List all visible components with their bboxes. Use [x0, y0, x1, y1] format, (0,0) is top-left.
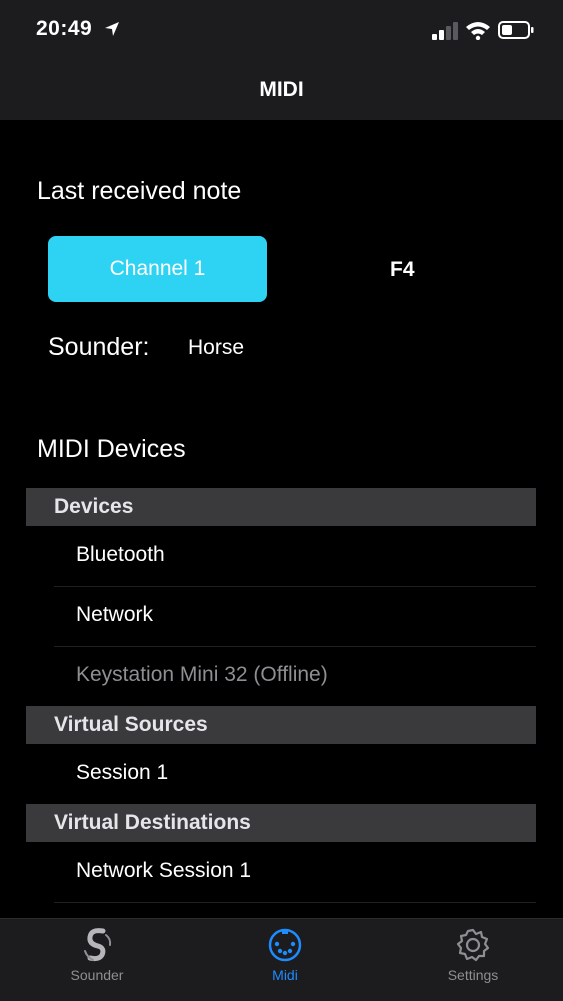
page-title: MIDI: [259, 78, 304, 101]
navigation-bar: MIDI: [0, 60, 563, 120]
tab-label: Settings: [447, 967, 499, 983]
list-item-label: Network Session 1: [76, 859, 252, 882]
tab-label: Midi: [272, 967, 298, 983]
status-time: 20:49: [36, 17, 93, 40]
list-item-label: Bluetooth: [76, 543, 165, 566]
list-item-label: Session 1: [76, 761, 169, 784]
status-bar: 20:49: [0, 0, 563, 60]
section-header-virtual-sources: Virtual Sources: [26, 706, 536, 744]
tab-bar: Sounder Midi Settings: [0, 918, 563, 1001]
list-item-label: Keystation Mini 32 (Offline): [76, 663, 328, 686]
section-header-label: Virtual Destinations: [54, 811, 251, 834]
source-row-session-1[interactable]: Session 1: [54, 744, 536, 805]
tab-settings[interactable]: Settings: [379, 919, 563, 1001]
device-row-bluetooth[interactable]: Bluetooth: [54, 526, 536, 587]
section-header-devices: Devices: [26, 488, 536, 526]
battery-icon: [498, 21, 534, 39]
cellular-signal-icon: [432, 22, 458, 40]
sounder-value: Horse: [188, 336, 245, 359]
channel-button[interactable]: Channel 1: [48, 236, 267, 302]
gear-icon: [456, 928, 490, 962]
midi-connector-icon: [268, 928, 302, 962]
sounder-label: Sounder:: [48, 333, 150, 361]
tab-sounder[interactable]: Sounder: [3, 919, 191, 1001]
tab-midi[interactable]: Midi: [191, 919, 379, 1001]
section-header-label: Virtual Sources: [54, 713, 208, 736]
note-value: F4: [390, 258, 415, 281]
sounder-logo-icon: [84, 928, 112, 962]
location-arrow-icon: [105, 22, 119, 36]
wifi-icon: [466, 22, 490, 40]
midi-devices-heading: MIDI Devices: [37, 435, 186, 463]
list-item-label: Network: [76, 603, 154, 626]
tab-label: Sounder: [70, 967, 124, 983]
device-row-network[interactable]: Network: [54, 586, 536, 647]
section-header-label: Devices: [54, 495, 134, 518]
device-row-keystation[interactable]: Keystation Mini 32 (Offline): [54, 646, 536, 707]
section-header-virtual-destinations: Virtual Destinations: [26, 804, 536, 842]
last-received-note-heading: Last received note: [37, 177, 242, 205]
destination-row-network-session-1[interactable]: Network Session 1: [54, 842, 536, 903]
